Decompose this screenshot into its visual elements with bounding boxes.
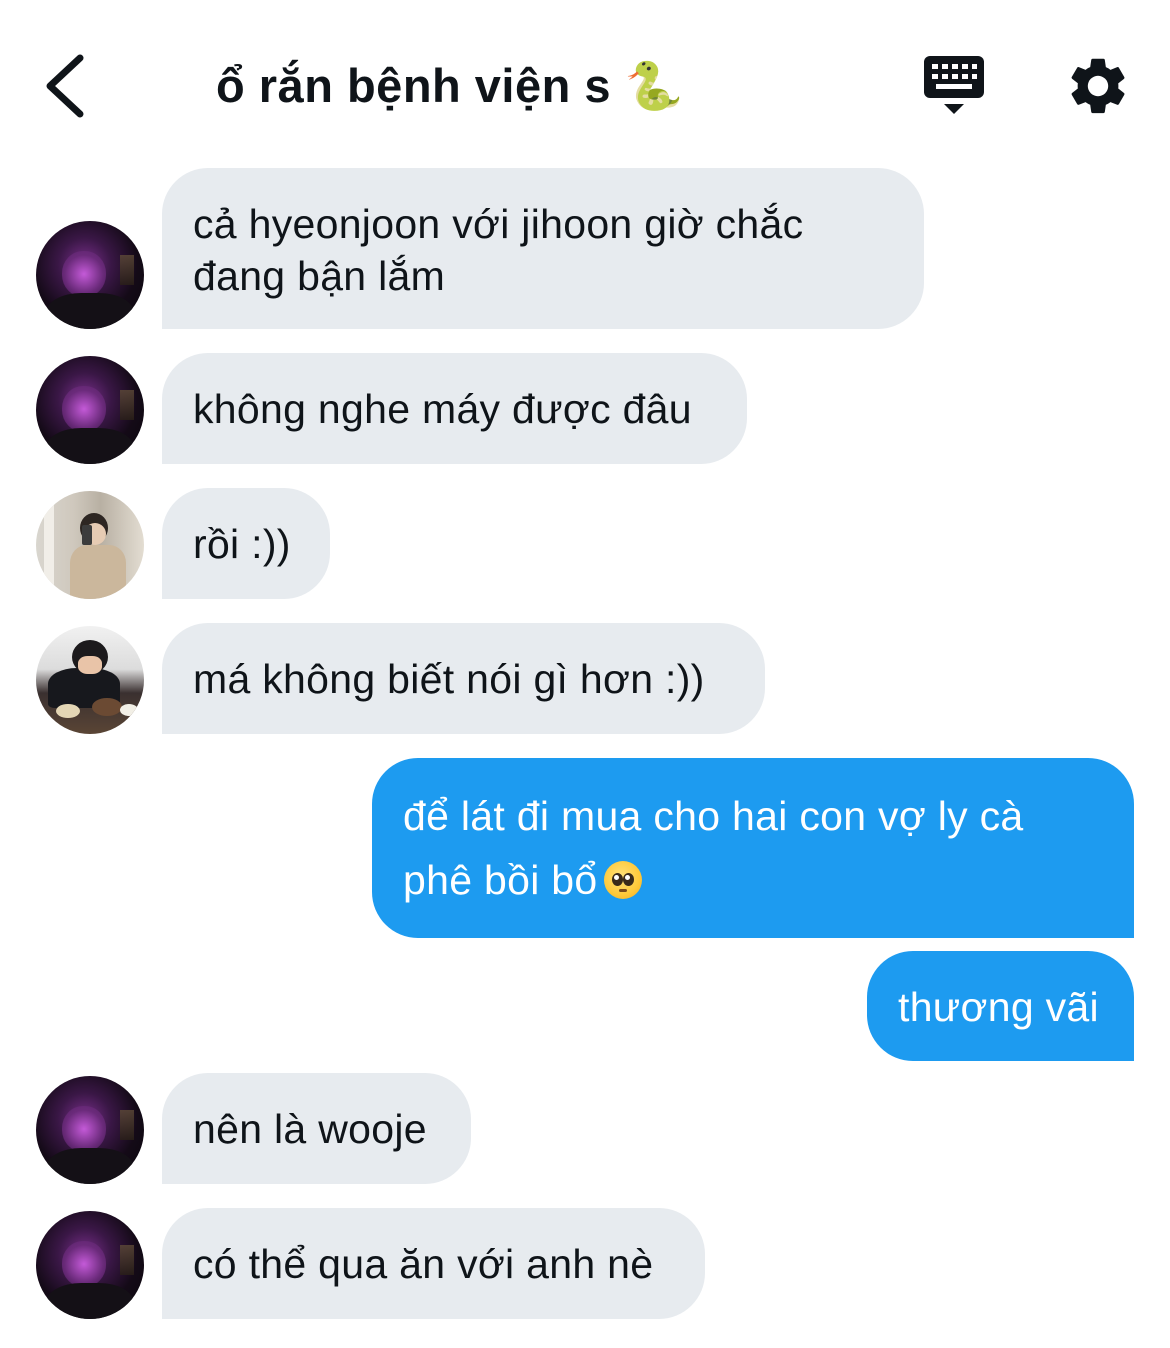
sender-avatar[interactable] [36, 221, 144, 329]
back-button[interactable] [36, 50, 100, 120]
sender-avatar[interactable] [36, 1211, 144, 1319]
message-text-line: không nghe máy được đâu [193, 386, 692, 432]
settings-button[interactable] [1064, 52, 1132, 120]
message-bubble-outgoing[interactable]: thương vãi [867, 951, 1134, 1061]
message-bubble-incoming[interactable]: má không biết nói gì hơn :)) [162, 623, 765, 734]
sender-avatar[interactable] [36, 626, 144, 734]
sender-avatar[interactable] [36, 356, 144, 464]
message-bubble-outgoing[interactable]: để lát đi mua cho hai con vợ ly cà phê b… [372, 758, 1134, 938]
keyboard-toggle-button[interactable] [918, 50, 990, 120]
sender-avatar[interactable] [36, 1076, 144, 1184]
message-text-line: nên là wooje [193, 1106, 427, 1152]
sender-avatar[interactable] [36, 491, 144, 599]
message-bubble-incoming[interactable]: nên là wooje [162, 1073, 471, 1184]
message-text-line: thương vãi [898, 984, 1099, 1030]
message-text-line: có thể qua ăn với anh nè [193, 1241, 654, 1287]
message-bubble-incoming[interactable]: rồi :)) [162, 488, 330, 599]
keyboard-icon [924, 56, 984, 114]
message-bubble-incoming[interactable]: cả hyeonjoon với jihoon giờ chắc đang bậ… [162, 168, 924, 329]
message-text-line: đang bận lắm [193, 253, 446, 299]
pleading-face-emoji-icon [603, 861, 642, 899]
message-text-line: để lát đi mua cho hai con vợ ly cà [403, 793, 1024, 839]
conversation-header: ổ rắn bệnh viện s 🐍 [0, 0, 1170, 150]
chevron-left-icon [46, 54, 84, 118]
message-bubble-incoming[interactable]: không nghe máy được đâu [162, 353, 747, 464]
gear-icon [1071, 58, 1125, 114]
message-text-line: má không biết nói gì hơn :)) [193, 656, 705, 702]
conversation-title[interactable]: ổ rắn bệnh viện s 🐍 [216, 58, 684, 114]
message-text-line: phê bồi bổ [403, 848, 1102, 912]
message-bubble-incoming[interactable]: có thể qua ăn với anh nè [162, 1208, 705, 1319]
message-text-line: rồi :)) [193, 521, 291, 567]
message-text-line: cả hyeonjoon với jihoon giờ chắc [193, 201, 804, 247]
